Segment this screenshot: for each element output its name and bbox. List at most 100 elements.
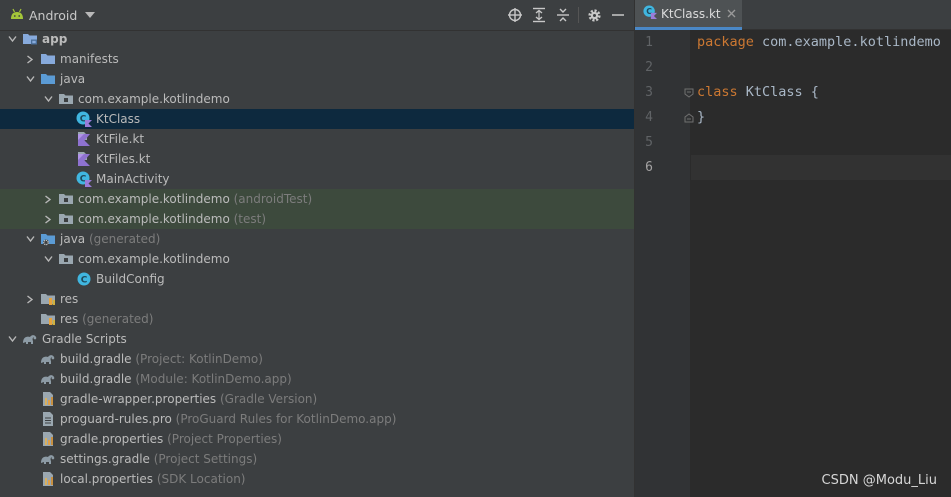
editor-tab-ktclass[interactable]: C KtClass.kt [635, 0, 742, 30]
package-icon [58, 191, 74, 207]
project-view-selector[interactable]: Android [10, 0, 96, 30]
tree-item-name: MainActivity [96, 172, 170, 186]
collapse-all-icon [557, 8, 569, 22]
tree-row[interactable]: com.example.kotlindemo (androidTest) [0, 189, 634, 209]
tree-item-name: app [42, 32, 68, 46]
gradle-icon [22, 331, 38, 347]
tree-row[interactable]: com.example.kotlindemo [0, 89, 634, 109]
tree-item-label: KtFiles.kt [96, 149, 150, 169]
code-line[interactable]: } [691, 105, 951, 130]
expand-all-button[interactable] [527, 3, 551, 27]
tree-row[interactable]: proguard-rules.pro (ProGuard Rules for K… [0, 409, 634, 429]
line-number: 5 [645, 135, 653, 150]
settings-button[interactable] [582, 3, 606, 27]
collapsed-arrow-icon[interactable] [24, 49, 36, 69]
minimize-button[interactable] [606, 3, 630, 27]
tree-row[interactable]: com.example.kotlindemo (test) [0, 209, 634, 229]
tree-row[interactable]: gradle-wrapper.properties (Gradle Versio… [0, 389, 634, 409]
locate-button[interactable] [503, 3, 527, 27]
tree-item-name: res [60, 292, 79, 306]
tree-item-label: gradle.properties (Project Properties) [60, 429, 282, 449]
code-editor[interactable]: package com.example.kotlindemo class KtCl… [691, 30, 951, 497]
tree-row[interactable]: KtFile.kt [0, 129, 634, 149]
code-line[interactable] [691, 130, 951, 155]
tree-item-hint: (Project Settings) [149, 452, 258, 466]
tree-item-label: app [42, 29, 67, 49]
collapsed-arrow-icon[interactable] [42, 189, 54, 209]
expanded-arrow-icon[interactable] [6, 29, 18, 49]
tree-item-name: build.gradle [60, 372, 132, 386]
tree-row[interactable]: KtFiles.kt [0, 149, 634, 169]
expanded-arrow-icon[interactable] [42, 249, 54, 269]
gradle-icon [40, 371, 56, 387]
tree-item-name: BuildConfig [96, 272, 165, 286]
expanded-arrow-icon[interactable] [42, 89, 54, 109]
expanded-arrow-icon[interactable] [24, 229, 36, 249]
close-icon[interactable] [727, 9, 736, 18]
tree-item-label: java [60, 69, 85, 89]
tree-row[interactable]: C BuildConfig [0, 269, 634, 289]
line-number: 2 [645, 60, 653, 75]
properties-file-icon [40, 431, 56, 447]
tree-row[interactable]: Gradle Scripts [0, 329, 634, 349]
tree-item-hint: (Module: KotlinDemo.app) [131, 372, 292, 386]
kotlin-file-icon [76, 151, 92, 167]
tree-item-label: res [60, 289, 78, 309]
tree-item-label: gradle-wrapper.properties (Gradle Versio… [60, 389, 317, 409]
code-line[interactable]: class KtClass { [691, 80, 951, 105]
collapse-all-button[interactable] [551, 3, 575, 27]
tree-row[interactable]: C MainActivity [0, 169, 634, 189]
tree-row[interactable]: build.gradle (Project: KotlinDemo) [0, 349, 634, 369]
project-tool-window-header: Android [0, 0, 634, 31]
tree-item-hint: (Project Properties) [163, 432, 282, 446]
tree-row[interactable]: local.properties (SDK Location) [0, 469, 634, 489]
tree-item-label: res (generated) [60, 309, 153, 329]
line-number-gutter[interactable]: 1 2 3 4 5 6 [635, 30, 694, 497]
tree-row[interactable]: build.gradle (Module: KotlinDemo.app) [0, 369, 634, 389]
tree-row[interactable]: app [0, 29, 634, 49]
project-tree: app manifests java com.example.kotlindemo C K… [0, 29, 634, 489]
tree-item-name: settings.gradle [60, 452, 150, 466]
tree-row[interactable]: res (generated) [0, 309, 634, 329]
tree-item-label: com.example.kotlindemo [78, 89, 230, 109]
tree-item-label: java (generated) [60, 229, 160, 249]
collapsed-arrow-icon[interactable] [24, 289, 36, 309]
expanded-arrow-icon[interactable] [6, 329, 18, 349]
code-line[interactable] [691, 155, 951, 180]
keyword-token: package [697, 34, 763, 50]
collapsed-arrow-icon[interactable] [42, 209, 54, 229]
tree-row[interactable]: C KtClass [0, 109, 634, 129]
tree-row[interactable]: com.example.kotlindemo [0, 249, 634, 269]
text-file-icon [40, 411, 56, 427]
expand-all-icon [533, 7, 545, 23]
folder-icon [40, 51, 56, 67]
code-line[interactable]: package com.example.kotlindemo [691, 30, 951, 55]
tree-row[interactable]: settings.gradle (Project Settings) [0, 449, 634, 469]
tree-item-label: KtClass [96, 109, 140, 129]
tree-row[interactable]: manifests [0, 49, 634, 69]
tree-item-name: gradle-wrapper.properties [60, 392, 217, 406]
gradle-icon [40, 451, 56, 467]
project-view-name: Android [29, 7, 78, 23]
tree-row[interactable]: res [0, 289, 634, 309]
tree-row[interactable]: java (generated) [0, 229, 634, 249]
tree-item-label: com.example.kotlindemo (androidTest) [78, 189, 312, 209]
java-class-icon: C [76, 271, 92, 287]
tree-item-hint: (Gradle Version) [216, 392, 318, 406]
tree-item-label: com.example.kotlindemo [78, 249, 230, 269]
code-line[interactable] [691, 55, 951, 80]
properties-file-icon [40, 391, 56, 407]
tree-item-label: Gradle Scripts [42, 329, 127, 349]
editor-tab-label: KtClass.kt [661, 6, 721, 21]
tree-row[interactable]: java [0, 69, 634, 89]
kotlin-file-icon [76, 131, 92, 147]
project-tool-window: Android app manifests java com.example.k… [0, 0, 634, 497]
code-token: KtClass { [745, 84, 819, 100]
tree-row[interactable]: gradle.properties (Project Properties) [0, 429, 634, 449]
tree-item-label: build.gradle (Project: KotlinDemo) [60, 349, 263, 369]
kotlin-class-icon: C [643, 5, 657, 22]
package-icon [58, 91, 74, 107]
properties-file-icon [40, 471, 56, 487]
tree-item-label: com.example.kotlindemo (test) [78, 209, 266, 229]
expanded-arrow-icon[interactable] [24, 69, 36, 89]
